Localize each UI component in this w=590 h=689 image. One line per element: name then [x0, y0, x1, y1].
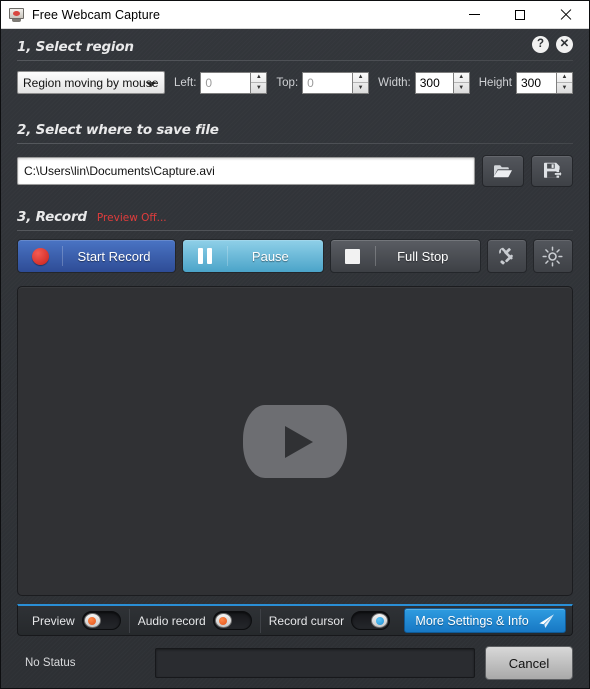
window-title: Free Webcam Capture [32, 7, 161, 22]
start-record-label: Start Record [77, 248, 151, 264]
top-stepper[interactable]: ▲ ▼ [302, 71, 370, 94]
pause-icon [183, 240, 227, 272]
preview-status-note: Preview Off... [96, 212, 167, 224]
audio-record-toggle-switch[interactable] [212, 611, 252, 630]
app-window: Free Webcam Capture 1, Select region ? ✕… [0, 0, 590, 689]
close-button[interactable] [543, 1, 589, 29]
status-bar: No Status Cancel [1, 636, 589, 680]
brightness-icon [542, 245, 564, 267]
audio-record-toggle-label: Audio record [137, 613, 206, 628]
section-record-header: 3, Record Preview Off... [1, 199, 589, 225]
play-button-icon [243, 404, 347, 478]
height-spin-buttons[interactable]: ▲ ▼ [556, 71, 573, 94]
height-label: Height [478, 76, 512, 89]
width-spin-up[interactable]: ▲ [453, 73, 469, 83]
left-spin-buttons[interactable]: ▲ ▼ [250, 71, 268, 94]
section-select-region-header: 1, Select region ? ✕ [1, 29, 589, 55]
height-input[interactable] [516, 71, 556, 94]
stop-square-icon [331, 240, 375, 272]
save-as-icon [543, 162, 562, 181]
height-spin-down[interactable]: ▼ [557, 83, 572, 93]
top-spin-up[interactable]: ▲ [353, 73, 369, 83]
help-icon[interactable]: ? [532, 36, 549, 53]
maximize-button[interactable] [497, 1, 543, 29]
send-paper-plane-icon [537, 613, 555, 629]
minimize-button[interactable] [451, 1, 497, 29]
start-record-button[interactable]: Start Record [17, 239, 177, 273]
preview-toggle-label: Preview [32, 613, 75, 628]
width-stepper[interactable]: ▲ ▼ [414, 71, 470, 94]
full-stop-label: Full Stop [397, 248, 449, 264]
section-1-title: 1, Select region [17, 39, 134, 55]
audio-record-toggle-group[interactable]: Audio record [130, 608, 261, 633]
left-input[interactable] [200, 71, 251, 94]
left-spin-up[interactable]: ▲ [251, 73, 267, 83]
save-path-input[interactable] [17, 157, 475, 185]
top-label: Top: [276, 76, 299, 89]
more-settings-button[interactable]: More Settings & Info [404, 608, 566, 633]
webcam-icon [9, 7, 25, 23]
width-spin-buttons[interactable]: ▲ ▼ [452, 71, 470, 94]
more-settings-label: More Settings & Info [415, 613, 529, 628]
width-input[interactable] [414, 71, 453, 94]
preview-toggle-switch[interactable] [81, 611, 121, 630]
pause-label: Pause [251, 248, 289, 264]
top-input[interactable] [302, 71, 353, 94]
maximize-icon [515, 9, 525, 20]
full-stop-button[interactable]: Full Stop [329, 239, 481, 273]
region-controls-row: Region moving by mouse Left: ▲ ▼ Top: ▲ … [1, 61, 589, 94]
save-as-button[interactable] [531, 155, 573, 187]
preview-toggle-group[interactable]: Preview [24, 608, 130, 633]
section-2-title: 2, Select where to save file [17, 122, 219, 138]
left-label: Left: [174, 76, 197, 89]
folder-open-icon [493, 163, 513, 179]
pause-button[interactable]: Pause [182, 239, 324, 273]
width-label: Width: [378, 76, 411, 89]
dismiss-icon[interactable]: ✕ [556, 36, 573, 53]
record-dot-icon [18, 240, 62, 272]
options-toggle-bar: Preview Audio record Record cursor More … [17, 604, 573, 636]
region-mode-select[interactable]: Region moving by mouse [17, 71, 166, 94]
height-stepper[interactable]: ▲ ▼ [516, 71, 573, 94]
brightness-button[interactable] [532, 239, 573, 273]
progress-track [155, 648, 475, 678]
record-cursor-toggle-group[interactable]: Record cursor [261, 609, 398, 633]
video-preview-panel[interactable] [17, 286, 573, 596]
tools-button[interactable] [486, 239, 527, 273]
window-controls [451, 1, 589, 29]
close-icon [560, 9, 572, 21]
tools-icon [497, 246, 517, 266]
title-bar: Free Webcam Capture [1, 1, 589, 29]
left-spin-down[interactable]: ▼ [251, 83, 266, 93]
section-3-title: 3, Record [17, 209, 87, 225]
width-spin-down[interactable]: ▼ [454, 83, 469, 93]
save-path-row [1, 144, 589, 187]
top-spin-down[interactable]: ▼ [353, 83, 368, 93]
section-save-file-header: 2, Select where to save file [1, 112, 589, 138]
record-cursor-toggle-switch[interactable] [351, 611, 391, 630]
cancel-button[interactable]: Cancel [485, 646, 573, 680]
header-icon-group: ? ✕ [532, 36, 573, 55]
left-stepper[interactable]: ▲ ▼ [200, 71, 268, 94]
record-cursor-toggle-label: Record cursor [268, 613, 345, 628]
browse-folder-button[interactable] [482, 155, 524, 187]
top-spin-buttons[interactable]: ▲ ▼ [352, 71, 370, 94]
minimize-icon [468, 14, 480, 15]
height-spin-up[interactable]: ▲ [557, 73, 572, 83]
record-buttons-row: Start Record Pause Full Stop [1, 231, 589, 273]
status-text: No Status [25, 657, 76, 669]
